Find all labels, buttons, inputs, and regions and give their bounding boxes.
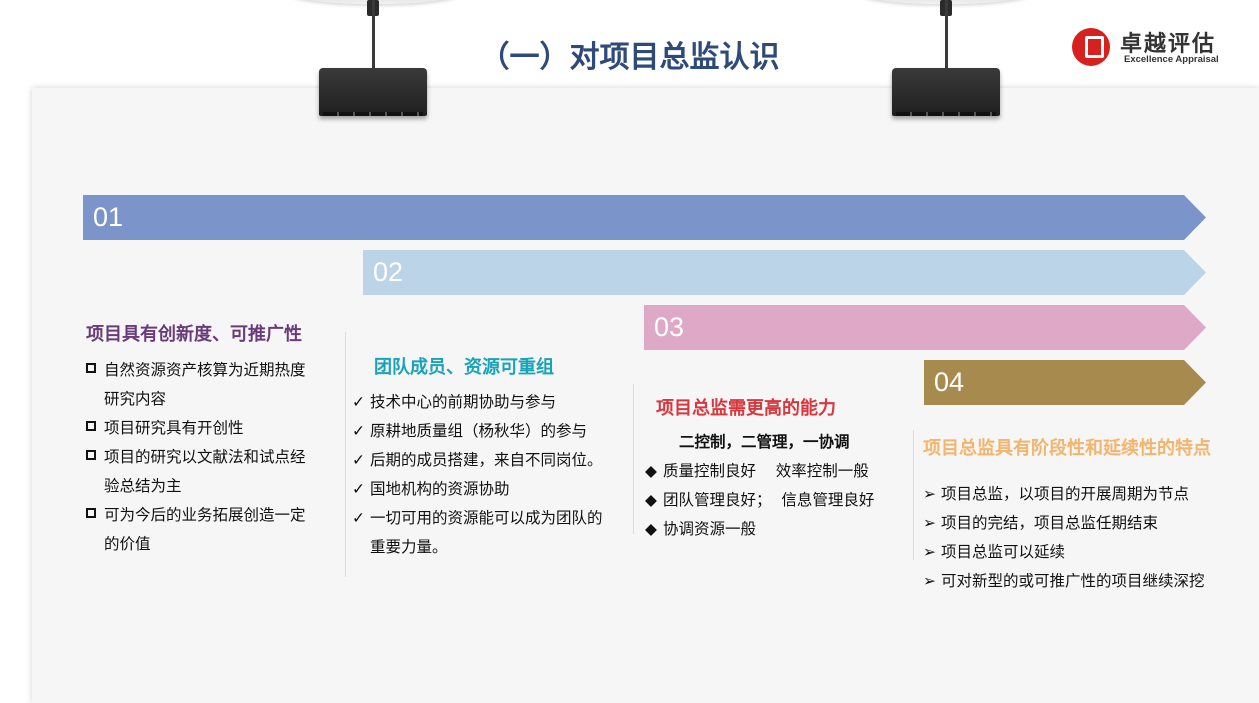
list-item: 重要力量。 — [370, 538, 448, 556]
step-number: 03 — [654, 312, 685, 342]
column-heading: 项目总监具有阶段性和延续性的特点 — [923, 438, 1211, 459]
chevron-right-icon: ➢ — [923, 514, 936, 532]
step-number: 04 — [934, 367, 965, 397]
column-heading: 团队成员、资源可重组 — [374, 357, 554, 378]
list-item: ◆ 团队管理良好； 信息管理良好 — [645, 486, 915, 515]
brand-logo: 卓越评估 Excellence Appraisal — [1072, 26, 1242, 68]
column-continuity: 项目总监具有阶段性和延续性的特点 ➢ 项目总监，以项目的开展周期为节点 ➢ 项目的完… — [923, 434, 1243, 596]
list-item: ✓ 技术中心的前期协助与参与 — [352, 388, 622, 417]
list-item: ◆ 协调资源一般 — [645, 515, 915, 544]
list-item: 研究内容 — [104, 390, 167, 408]
list-item: ✓ 一切可用的资源能可以成为团队的 — [352, 504, 622, 533]
step-number: 01 — [93, 202, 124, 232]
check-icon: ✓ — [352, 422, 365, 440]
list-item: 项目的研究以文献法和试点经 — [86, 443, 331, 472]
column-subheading: 二控制，二管理，一协调 — [679, 433, 850, 451]
list-item: 自然资源资产核算为近期热度 — [86, 356, 331, 385]
page-title: （一）对项目总监认识 — [479, 40, 780, 75]
chevron-right-icon: ➢ — [923, 485, 936, 503]
list-item: 可为今后的业务拓展创造一定 — [86, 501, 331, 530]
column-innovation: 项目具有创新度、可推广性 自然资源资产核算为近期热度 研究内容 项目研究具有开创… — [86, 320, 331, 559]
column-ability: 项目总监需更高的能力 二控制，二管理，一协调 ◆ 质量控制良好 效率控制一般 ◆ 团… — [645, 394, 915, 544]
list-item: ➢ 项目总监可以延续 — [923, 538, 1243, 567]
list-item: ✓ 原耕地质量组（杨秋华）的参与 — [352, 417, 622, 446]
column-divider — [345, 332, 346, 577]
column-heading: 项目总监需更高的能力 — [656, 398, 836, 419]
step-number: 02 — [373, 257, 404, 287]
column-team: 团队成员、资源可重组 ✓ 技术中心的前期协助与参与 ✓ 原耕地质量组（杨秋华）的参与… — [352, 353, 622, 562]
check-icon: ✓ — [352, 393, 365, 411]
step-arrow-04: 04 — [924, 360, 1206, 405]
step-arrow-03: 03 — [644, 305, 1206, 350]
list-item: 验总结为主 — [104, 477, 182, 495]
list-item: ✓ 国地机构的资源协助 — [352, 475, 622, 504]
square-bullet-icon — [86, 450, 96, 460]
square-bullet-icon — [86, 421, 96, 431]
check-icon: ✓ — [352, 509, 365, 527]
column-heading: 项目具有创新度、可推广性 — [86, 324, 302, 345]
list-item: ◆ 质量控制良好 效率控制一般 — [645, 457, 915, 486]
square-bullet-icon — [86, 363, 96, 373]
square-bullet-icon — [86, 508, 96, 518]
list-item: ➢ 可对新型的或可推广性的项目继续深挖 — [923, 567, 1243, 596]
column-divider — [633, 384, 634, 534]
list-item: 项目研究具有开创性 — [86, 414, 331, 443]
check-icon: ✓ — [352, 451, 365, 469]
step-arrow-01: 01 — [83, 195, 1206, 240]
list-item: ✓ 后期的成员搭建，来自不同岗位。 — [352, 446, 622, 475]
logo-name-en: Excellence Appraisal — [1124, 54, 1219, 65]
list-item: ➢ 项目的完结，项目总监任期结束 — [923, 509, 1243, 538]
logo-icon — [1072, 28, 1110, 66]
diamond-icon: ◆ — [645, 520, 657, 538]
step-arrow-02: 02 — [363, 250, 1206, 295]
diamond-icon: ◆ — [645, 491, 657, 509]
chevron-right-icon: ➢ — [923, 572, 936, 590]
list-item: ➢ 项目总监，以项目的开展周期为节点 — [923, 480, 1243, 509]
chevron-right-icon: ➢ — [923, 543, 936, 561]
check-icon: ✓ — [352, 480, 365, 498]
list-item: 的价值 — [104, 535, 151, 553]
diamond-icon: ◆ — [645, 462, 657, 480]
